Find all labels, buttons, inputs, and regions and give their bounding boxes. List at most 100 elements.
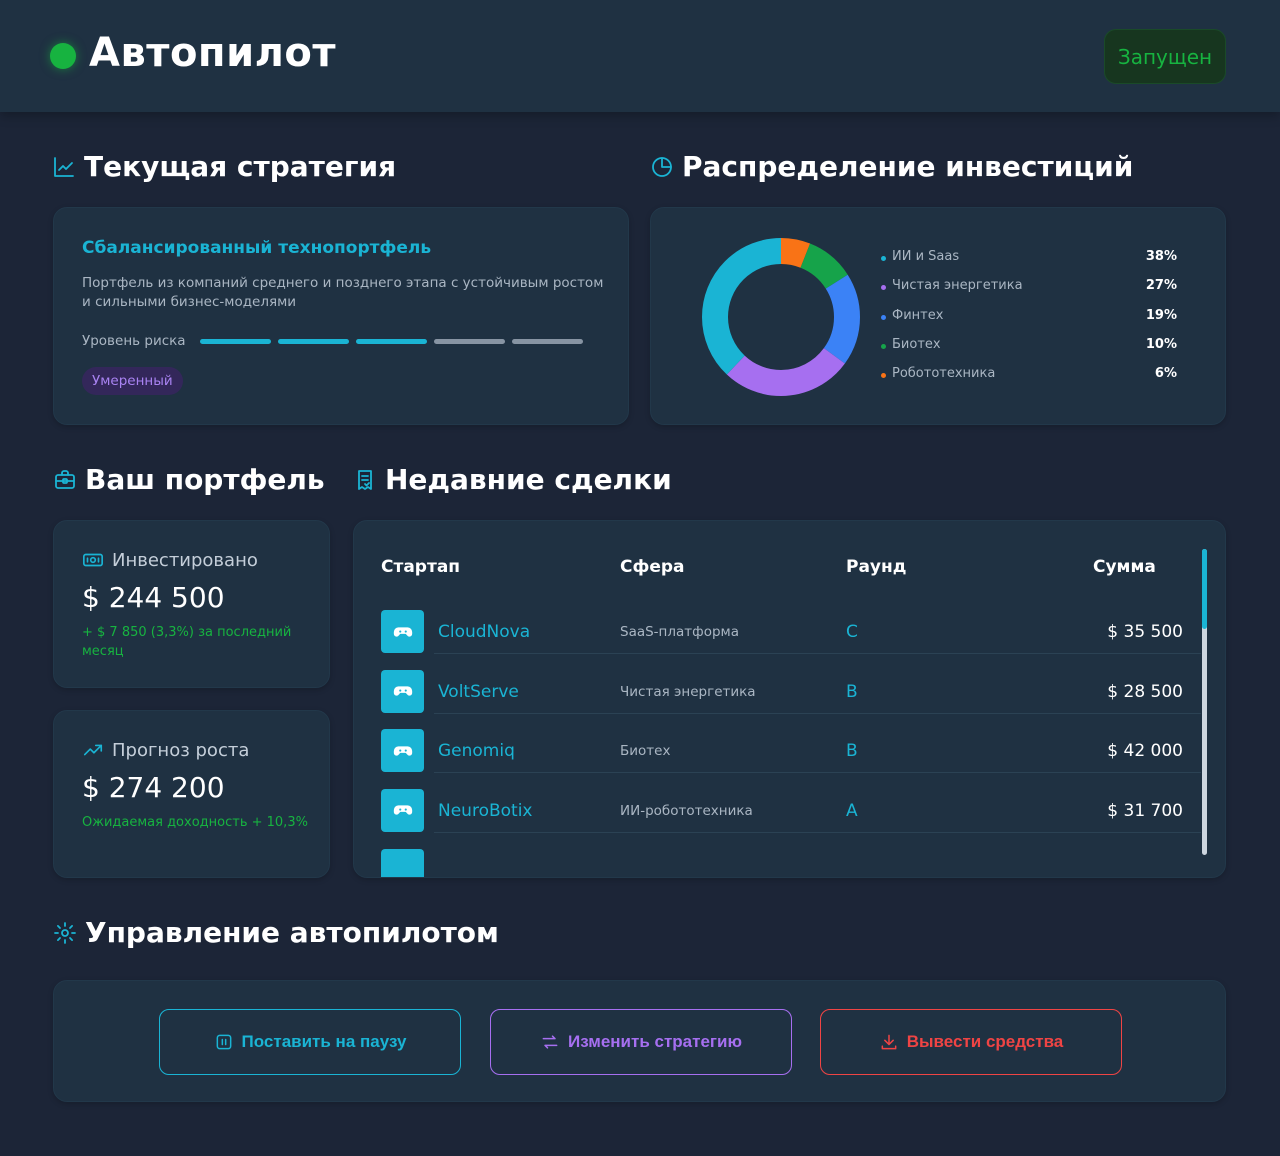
startup-sector: ИИ-робототехника	[620, 802, 753, 819]
startup-logo-partial	[381, 849, 424, 877]
invested-value: $ 244 500	[82, 581, 225, 614]
legend-item: Финтех 19%	[881, 308, 1177, 328]
legend-value: 6%	[1154, 366, 1177, 382]
growth-expected-note: Ожидаемая доходность + 10,3%	[82, 815, 308, 830]
startup-sector: Чистая энергетика	[620, 683, 756, 700]
deal-amount: $ 42 000	[1107, 741, 1183, 761]
table-row[interactable]: Genomiq Биотех B $ 42 000	[381, 729, 1201, 773]
pause-icon	[216, 1034, 231, 1050]
withdraw-button[interactable]: Вывести средства	[820, 1009, 1122, 1075]
startup-name[interactable]: CloudNova	[438, 622, 530, 642]
column-header-startup[interactable]: Стартап	[381, 557, 460, 577]
startup-name[interactable]: Genomiq	[438, 741, 515, 761]
invested-change-note: + $ 7 850 (3,3%) за последний месяц	[82, 625, 292, 659]
legend-label: Финтех	[892, 307, 944, 323]
startup-name[interactable]: NeuroBotix	[438, 801, 532, 821]
startup-name[interactable]: VoltServe	[438, 682, 519, 702]
column-header-round[interactable]: Раунд	[846, 557, 907, 577]
funding-round: B	[846, 681, 858, 702]
gamepad-icon	[393, 686, 412, 696]
legend-label: ИИ и Saas	[892, 249, 960, 264]
gamepad-icon	[393, 626, 412, 637]
risk-segment	[434, 339, 505, 344]
receipt-icon	[358, 469, 372, 490]
funding-round: B	[846, 741, 858, 761]
allocation-section-title: Распределение инвестиций	[650, 150, 1133, 183]
legend-item: ИИ и Saas 38%	[881, 249, 1177, 269]
deal-amount: $ 35 500	[1107, 622, 1183, 642]
risk-level-label: Уровень риска	[82, 333, 186, 349]
banknote-icon	[83, 553, 103, 567]
legend-item: Чистая энергетика 27%	[881, 278, 1177, 298]
change-strategy-button[interactable]: Изменить стратегию	[490, 1009, 792, 1075]
startup-logo	[381, 729, 424, 772]
scrollbar-thumb[interactable]	[1202, 549, 1207, 629]
table-row[interactable]: NeuroBotix ИИ-робототехника A $ 31 700	[381, 788, 1201, 833]
legend-dot-icon	[881, 373, 886, 379]
risk-segment	[278, 339, 349, 344]
table-row[interactable]: CloudNova SaaS-платформа C $ 35 500	[381, 610, 1201, 654]
deals-section-title: Недавние сделки	[353, 463, 672, 496]
invested-label: Инвестировано	[82, 549, 258, 571]
startup-sector: Биотех	[620, 743, 671, 759]
risk-segment	[512, 339, 583, 344]
legend-value: 10%	[1145, 336, 1177, 352]
pie-chart-icon	[652, 156, 672, 177]
status-indicator-icon	[50, 43, 76, 69]
page-title: Автопилот	[89, 30, 337, 76]
growth-card: Прогноз роста $ 274 200 Ожидаемая доходн…	[53, 710, 330, 878]
trending-up-icon	[83, 744, 103, 756]
strategy-section-title: Текущая стратегия	[52, 150, 396, 183]
legend-label: Робототехника	[892, 366, 996, 382]
legend-dot-icon	[881, 256, 886, 261]
portfolio-section-title: Ваш портфель	[53, 463, 325, 496]
risk-badge: Умеренный	[82, 367, 183, 395]
gamepad-icon	[393, 745, 412, 756]
startup-logo	[381, 788, 424, 832]
line-chart-icon	[54, 156, 74, 177]
table-row[interactable]: VoltServe Чистая энергетика B $ 28 500	[381, 669, 1201, 714]
app-header: Автопилот Запущен	[0, 0, 1280, 112]
row-divider	[434, 712, 1201, 714]
invested-card: Инвестировано $ 244 500 + $ 7 850 (3,3%)…	[53, 520, 330, 688]
gamepad-icon	[393, 805, 412, 815]
controls-card: Поставить на паузу Изменить стратегию Вы…	[53, 980, 1226, 1102]
legend-label: Чистая энергетика	[892, 278, 1023, 294]
funding-round: A	[846, 800, 858, 821]
controls-section-title: Управление автопилотом	[53, 916, 499, 949]
risk-segment	[200, 339, 271, 344]
legend-value: 27%	[1145, 278, 1177, 294]
legend-dot-icon	[881, 314, 886, 320]
deal-amount: $ 28 500	[1107, 681, 1183, 702]
allocation-card: ИИ и Saas 38% Чистая энергетика 27% Финтех 19…	[650, 207, 1226, 425]
legend-item: Робототехника 6%	[881, 366, 1177, 386]
strategy-name: Сбалансированный технопортфель	[82, 238, 432, 258]
legend-label: Биотех	[892, 336, 941, 352]
risk-segment	[356, 339, 427, 344]
strategy-card: Сбалансированный технопортфель Портфель …	[53, 207, 629, 425]
column-header-amount[interactable]: Сумма	[1093, 557, 1156, 577]
status-badge[interactable]: Запущен	[1104, 29, 1226, 84]
startup-logo	[381, 610, 424, 653]
legend-value: 19%	[1145, 307, 1177, 323]
pause-button[interactable]: Поставить на паузу	[159, 1009, 461, 1075]
briefcase-icon	[55, 469, 75, 489]
gear-icon	[54, 921, 76, 944]
growth-label: Прогноз роста	[82, 739, 249, 761]
deal-amount: $ 31 700	[1107, 800, 1183, 821]
funding-round: C	[846, 622, 858, 642]
growth-value: $ 274 200	[82, 771, 225, 804]
column-header-sector[interactable]: Сфера	[620, 557, 685, 577]
startup-sector: SaaS-платформа	[620, 624, 739, 640]
swap-arrows-icon	[542, 1035, 558, 1049]
download-icon	[881, 1034, 897, 1050]
strategy-description: Портфель из компаний среднего и позднего…	[82, 275, 604, 310]
row-divider	[434, 831, 1201, 833]
legend-item: Биотех 10%	[881, 337, 1177, 357]
legend-dot-icon	[881, 343, 886, 349]
deals-table: Стартап Сфера Раунд Сумма CloudNova SaaS-…	[353, 520, 1226, 878]
allocation-donut-chart	[702, 238, 860, 396]
row-divider	[434, 653, 1201, 654]
legend-dot-icon	[881, 285, 886, 291]
legend-value: 38%	[1145, 249, 1177, 264]
